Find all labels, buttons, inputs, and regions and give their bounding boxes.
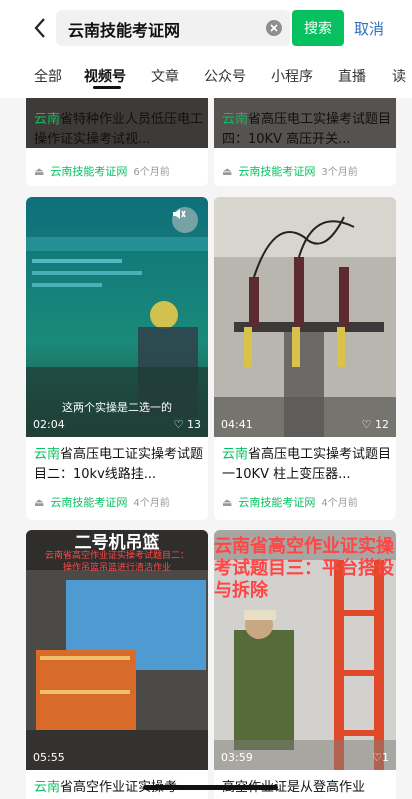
video-duration: 03:59	[221, 751, 253, 764]
search-input[interactable]: 云南技能考证网	[56, 10, 290, 46]
video-thumbnail: 云南省高空作业证实操考试题目三：平台搭设与拆除 03:59 ♡1	[214, 530, 396, 770]
video-duration: 05:55	[33, 751, 65, 764]
video-card[interactable]: 云南省高空作业证实操考试题目三：平台搭设与拆除 03:59 ♡1 高空作业证是从…	[214, 530, 396, 799]
video-author[interactable]: ⏏ 云南技能考证网 4个月前	[222, 494, 358, 510]
active-tab-indicator	[93, 86, 121, 89]
video-title: 云南省高压电工证实操考试题目二：10kv线路挂...	[34, 447, 204, 482]
mute-icon[interactable]	[172, 207, 198, 233]
video-card[interactable]: 04:41 ♡ 12 云南省高压电工实操考试题目一10KV 柱上变压器... ⏏…	[214, 197, 396, 520]
video-title: 云南省高压电工实操考试题目四：10KV 高压开关...	[222, 112, 392, 147]
channel-icon: ⏏	[34, 496, 45, 509]
video-author[interactable]: ⏏ 云南技能考证网 6个月前	[34, 163, 170, 179]
video-overlay-text: 云南省高空作业证实操考试题目三：平台搭设与拆除	[214, 536, 394, 601]
tab-articles[interactable]: 文章	[151, 66, 179, 86]
tab-live[interactable]: 直播	[338, 66, 366, 86]
back-button[interactable]	[26, 14, 54, 42]
video-overlay-text: 云南省高空作业证实操考试题目二：操作吊篮吊篮进行清洁作业	[44, 551, 189, 573]
chevron-left-icon	[34, 18, 45, 38]
like-count: ♡1	[372, 751, 389, 764]
tab-read[interactable]: 读	[392, 66, 406, 86]
video-subtitle: 这两个实操是二选一的	[62, 401, 172, 414]
video-thumbnail: 04:41 ♡ 12	[214, 197, 396, 437]
video-grid: 云南省特种作业人员低压电工操作证实操考试视... ⏏ 云南技能考证网 6个月前 云南…	[0, 98, 412, 799]
tab-mini-programs[interactable]: 小程序	[271, 66, 313, 86]
video-duration: 04:41	[221, 418, 253, 431]
video-title: 云南省特种作业人员低压电工操作证实操考试视...	[34, 112, 204, 147]
search-header: 云南技能考证网 搜索 取消 全部 视频号 文章 公众号 小程序 直播 读	[0, 0, 412, 98]
cancel-button[interactable]: 取消	[354, 18, 384, 39]
video-author[interactable]: ⏏ 云南技能考证网 3个月前	[222, 163, 358, 179]
video-card[interactable]: 二号机吊篮 云南省高空作业证实操考试题目二：操作吊篮吊篮进行清洁作业 05:55…	[26, 530, 208, 799]
tab-official-accounts[interactable]: 公众号	[204, 66, 246, 86]
video-title: 云南省高压电工实操考试题目一10KV 柱上变压器...	[222, 447, 392, 482]
video-card[interactable]: 这两个实操是二选一的 02:04 ♡ 13 云南省高压电工证实操考试题目二：10…	[26, 197, 208, 520]
like-count: ♡ 13	[173, 418, 201, 431]
video-duration: 02:04	[33, 418, 65, 431]
video-thumbnail: 这两个实操是二选一的 02:04 ♡ 13	[26, 197, 208, 437]
video-author[interactable]: ⏏ 云南技能考证网 4个月前	[34, 494, 170, 510]
channel-icon: ⏏	[34, 165, 45, 178]
home-indicator	[143, 785, 278, 790]
channel-icon: ⏏	[222, 165, 233, 178]
video-card[interactable]: 云南省高压电工实操考试题目四：10KV 高压开关... ⏏ 云南技能考证网 3个月前	[214, 98, 396, 186]
search-tabs: 全部 视频号 文章 公众号 小程序 直播 读	[0, 60, 412, 90]
video-card[interactable]: 云南省特种作业人员低压电工操作证实操考试视... ⏏ 云南技能考证网 6个月前	[26, 98, 208, 186]
search-button[interactable]: 搜索	[292, 10, 344, 46]
clear-icon[interactable]	[266, 20, 282, 36]
search-query: 云南技能考证网	[68, 21, 181, 40]
video-thumbnail: 二号机吊篮 云南省高空作业证实操考试题目二：操作吊篮吊篮进行清洁作业 05:55	[26, 530, 208, 770]
tab-all[interactable]: 全部	[34, 66, 62, 86]
channel-icon: ⏏	[222, 496, 233, 509]
like-count: ♡ 12	[361, 418, 389, 431]
tab-channels[interactable]: 视频号	[84, 66, 126, 86]
